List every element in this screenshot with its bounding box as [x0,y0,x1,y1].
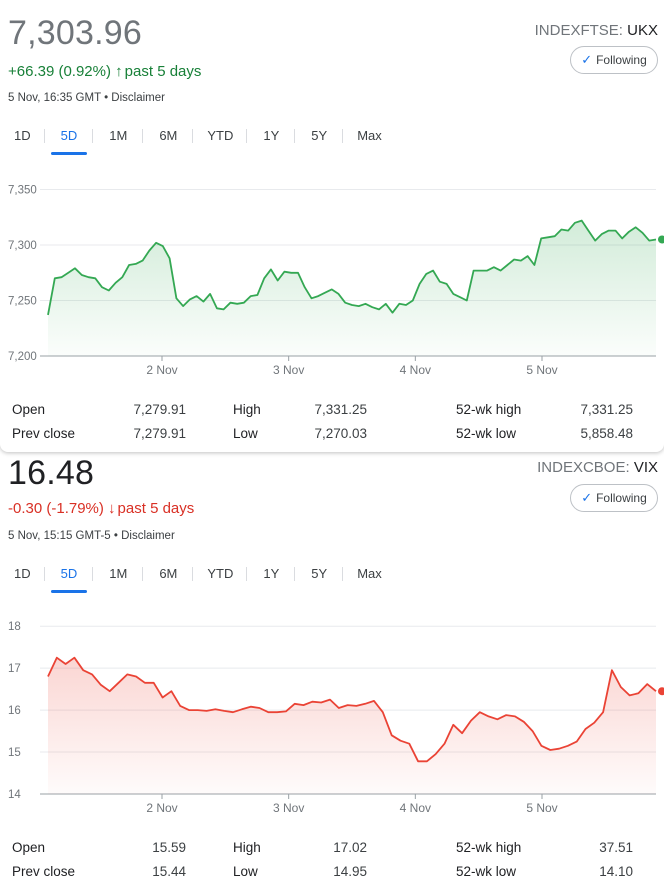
range-tab-6m[interactable]: 6M [143,121,194,151]
range-tab-ytd[interactable]: YTD [193,121,248,151]
52wk-high-value: 7,331.25 [580,402,633,417]
timestamp: 5 Nov, 16:35 GMT • Disclaimer [8,92,165,104]
symbol-label: UKX [627,22,658,39]
y-tick-label: 7,350 [8,185,37,197]
following-button[interactable]: ✓ Following [570,46,658,74]
low-label: Low [233,426,258,441]
prev-close-value: 7,279.91 [133,426,186,441]
arrow-up-icon: ↑ [115,63,123,80]
x-tick-label: 3 Nov [273,363,304,377]
change-value: +66.39 (0.92%) [8,63,111,80]
check-icon: ✓ [581,52,593,67]
high-label: High [233,402,261,417]
52wk-low-label: 52-wk low [456,426,517,441]
range-tab-label: Max [357,128,382,143]
range-tab-5d[interactable]: 5D [45,121,94,155]
range-tab-1m[interactable]: 1M [93,121,144,151]
last-point-marker [658,235,664,244]
quote-card-vix [0,452,664,889]
low-value: 7,270.03 [314,426,367,441]
price: 7,303.96 [8,14,142,52]
change-line: +66.39 (0.92%) ↑ past 5 days [8,63,201,80]
x-tick-label: 5 Nov [526,363,557,377]
range-tab-label: 1M [109,128,128,143]
exchange-label: INDEXFTSE: [534,22,623,39]
x-tick-label: 4 Nov [400,363,431,377]
range-tab-label: 5Y [311,128,328,143]
ticker: INDEXFTSE: UKX [535,22,658,39]
range-tab-label: YTD [207,128,234,143]
y-tick-label: 7,250 [8,296,37,308]
series-area [48,220,656,356]
range-tab-label: 6M [159,128,178,143]
range-tabs: 1D 5D 1M 6M YTD 1Y 5Y Max [0,121,396,155]
quote-card-ukx: 7,303.96 INDEXFTSE: UKX +66.39 (0.92%) ↑… [0,0,664,452]
52wk-low-value: 5,858.48 [580,426,633,441]
range-tab-1d[interactable]: 1D [0,121,45,151]
range-tab-5y[interactable]: 5Y [295,121,344,151]
range-tab-max[interactable]: Max [343,121,396,151]
52wk-high-label: 52-wk high [456,402,522,417]
open-value: 7,279.91 [133,402,186,417]
price-chart-ukx: 7,200 7,250 7,300 7,350 2 Nov 3 Nov 4 Nov 5 Nov [8,185,664,377]
change-period: past 5 days [124,63,202,80]
y-tick-label: 7,300 [8,240,37,252]
high-value: 7,331.25 [314,402,367,417]
open-label: Open [12,402,46,417]
range-tab-label: 5D [60,128,78,143]
prev-close-label: Prev close [12,426,76,441]
range-tab-1y[interactable]: 1Y [247,121,296,151]
range-tab-label: 1D [14,128,31,143]
following-label: Following [596,53,647,67]
y-tick-label: 7,200 [8,351,37,363]
x-tick-label: 2 Nov [146,363,177,377]
range-tab-label: 1Y [263,128,280,143]
